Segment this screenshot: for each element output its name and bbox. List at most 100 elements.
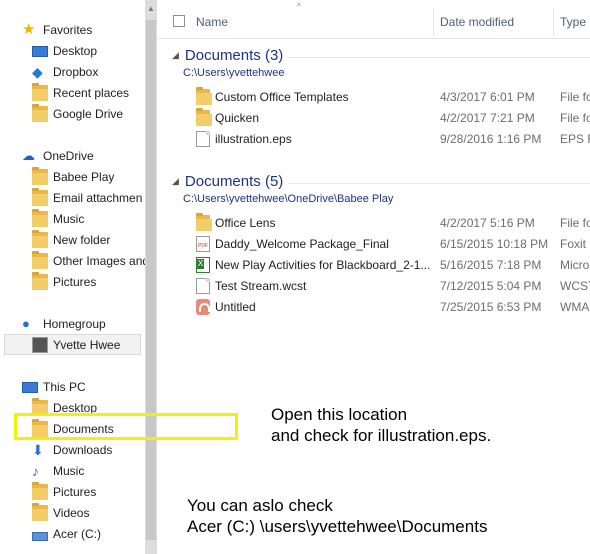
file-date: 7/12/2015 5:04 PM [440,279,542,293]
file-row[interactable]: illustration.eps 9/28/2016 1:16 PM EPS F… [158,129,590,150]
nav-desktop-fav[interactable]: Desktop [32,40,145,61]
cloud-icon: ☁ [22,147,35,163]
file-row[interactable]: Quicken 4/2/2017 7:21 PM File fo [158,108,590,129]
column-date-modified[interactable]: Date modified [440,15,514,29]
collapse-caret-icon[interactable]: ◢ [172,50,179,61]
nav-onedrive-item[interactable]: Other Images and [32,250,145,271]
column-separator[interactable] [553,8,554,36]
file-list-pane: ^ Name Date modified Type ◢ Documents (3… [158,0,590,554]
nav-this-pc-item[interactable]: Pictures [32,481,145,502]
file-type: WMA [560,300,590,314]
pdf-icon [196,236,210,252]
folder-icon [32,187,48,206]
dropbox-icon: ◆ [32,63,43,80]
nav-onedrive-item[interactable]: New folder [32,229,145,250]
music-icon: ♪ [32,462,39,479]
drive-icon [32,531,48,541]
file-name: New Play Activities for Blackboard_2-1..… [215,258,431,272]
file-date: 4/2/2017 5:16 PM [440,216,535,230]
file-type: Micro [560,258,590,272]
file-row[interactable]: Untitled 7/25/2015 6:53 PM WMA [158,297,590,318]
group-header-documents-3[interactable]: ◢ Documents (3) [172,47,283,64]
navigation-pane: ★ Favorites Desktop ◆ Dropbox Recent pla… [0,0,145,554]
group-divider [288,57,590,58]
file-date: 7/25/2015 6:53 PM [440,300,542,314]
nav-google-drive[interactable]: Google Drive [32,103,145,124]
nav-recent-places[interactable]: Recent places [32,82,145,103]
nav-onedrive-item[interactable]: Music [32,208,145,229]
file-type: File fo [560,90,590,104]
downloads-icon: ⬇ [32,441,44,458]
nav-this-pc-item[interactable]: Acer (C:) [32,523,145,544]
computer-icon [22,381,38,393]
file-date: 5/16/2015 7:18 PM [440,258,542,272]
nav-dropbox[interactable]: ◆ Dropbox [32,61,145,82]
nav-this-pc-item[interactable]: ♪ Music [32,460,145,481]
scrollbar-thumb[interactable] [146,20,156,540]
folder-icon [32,208,48,227]
document-icon [196,131,210,147]
file-name: Custom Office Templates [215,90,349,104]
star-icon: ★ [22,20,36,38]
column-name[interactable]: Name [196,15,228,29]
group-path: C:\Users\yvettehwee [183,67,285,79]
google-drive-icon [32,103,48,122]
file-name: Untitled [215,300,256,314]
desktop-folder-icon [32,397,48,416]
column-type[interactable]: Type [560,15,586,29]
nav-this-pc-item[interactable]: ⬇ Downloads [32,439,145,460]
nav-favorites[interactable]: ★ Favorites [22,19,145,40]
group-path: C:\Users\yvettehwee\OneDrive\Babee Play [183,193,394,205]
nav-onedrive[interactable]: ☁ OneDrive [22,145,145,166]
file-type: File fo [560,216,590,230]
folder-icon [196,87,212,105]
nav-homegroup-user[interactable]: Yvette Hwee [4,334,141,355]
select-all-checkbox[interactable] [173,15,185,27]
nav-this-pc-item[interactable]: Desktop [32,397,145,418]
file-row[interactable]: Test Stream.wcst 7/12/2015 5:04 PM WCST [158,276,590,297]
folder-icon [32,271,48,290]
pictures-folder-icon [32,481,48,500]
collapse-caret-icon[interactable]: ◢ [172,176,179,187]
homegroup-icon: ● [22,315,30,331]
group-divider [288,183,590,184]
column-separator[interactable] [433,8,434,36]
user-icon [32,336,48,353]
nav-onedrive-item[interactable]: Babee Play [32,166,145,187]
nav-homegroup[interactable]: ● Homegroup [22,313,145,334]
file-row[interactable]: Daddy_Welcome Package_Final 6/15/2015 10… [158,234,590,255]
folder-icon [196,213,212,231]
file-type: EPS Fi [560,132,590,146]
nav-this-pc-item[interactable]: Videos [32,502,145,523]
annotation-note-1: Open this location and check for illustr… [271,405,492,445]
videos-folder-icon [32,502,48,521]
file-row[interactable]: New Play Activities for Blackboard_2-1..… [158,255,590,276]
nav-scrollbar[interactable]: ▲ [145,0,157,554]
folder-icon [32,229,48,248]
folder-icon [32,250,48,269]
file-date: 9/28/2016 1:16 PM [440,132,542,146]
audio-icon [196,299,210,315]
nav-onedrive-item[interactable]: Email attachmen [32,187,145,208]
desktop-icon [32,46,48,57]
file-date: 6/15/2015 10:18 PM [440,237,549,251]
documents-folder-icon [32,418,48,437]
column-header: ^ Name Date modified Type [158,0,590,39]
file-type: File fo [560,111,590,125]
file-row[interactable]: Custom Office Templates 4/3/2017 6:01 PM… [158,87,590,108]
folder-icon [32,166,48,185]
folder-icon [196,108,212,126]
annotation-note-2: You can aslo check Acer (C:) \users\yvet… [187,496,488,536]
file-name: illustration.eps [215,132,292,146]
file-date: 4/3/2017 6:01 PM [440,90,535,104]
nav-this-pc[interactable]: This PC [22,376,145,397]
group-header-documents-5[interactable]: ◢ Documents (5) [172,173,283,190]
scroll-up-arrow-icon[interactable]: ▲ [147,4,155,13]
file-row[interactable]: Office Lens 4/2/2017 5:16 PM File fo [158,213,590,234]
file-name: Quicken [215,111,260,125]
nav-onedrive-item[interactable]: Pictures [32,271,145,292]
nav-documents[interactable]: Documents [32,418,145,439]
file-name: Daddy_Welcome Package_Final [215,237,389,251]
excel-icon [196,257,210,273]
file-date: 4/2/2017 7:21 PM [440,111,535,125]
